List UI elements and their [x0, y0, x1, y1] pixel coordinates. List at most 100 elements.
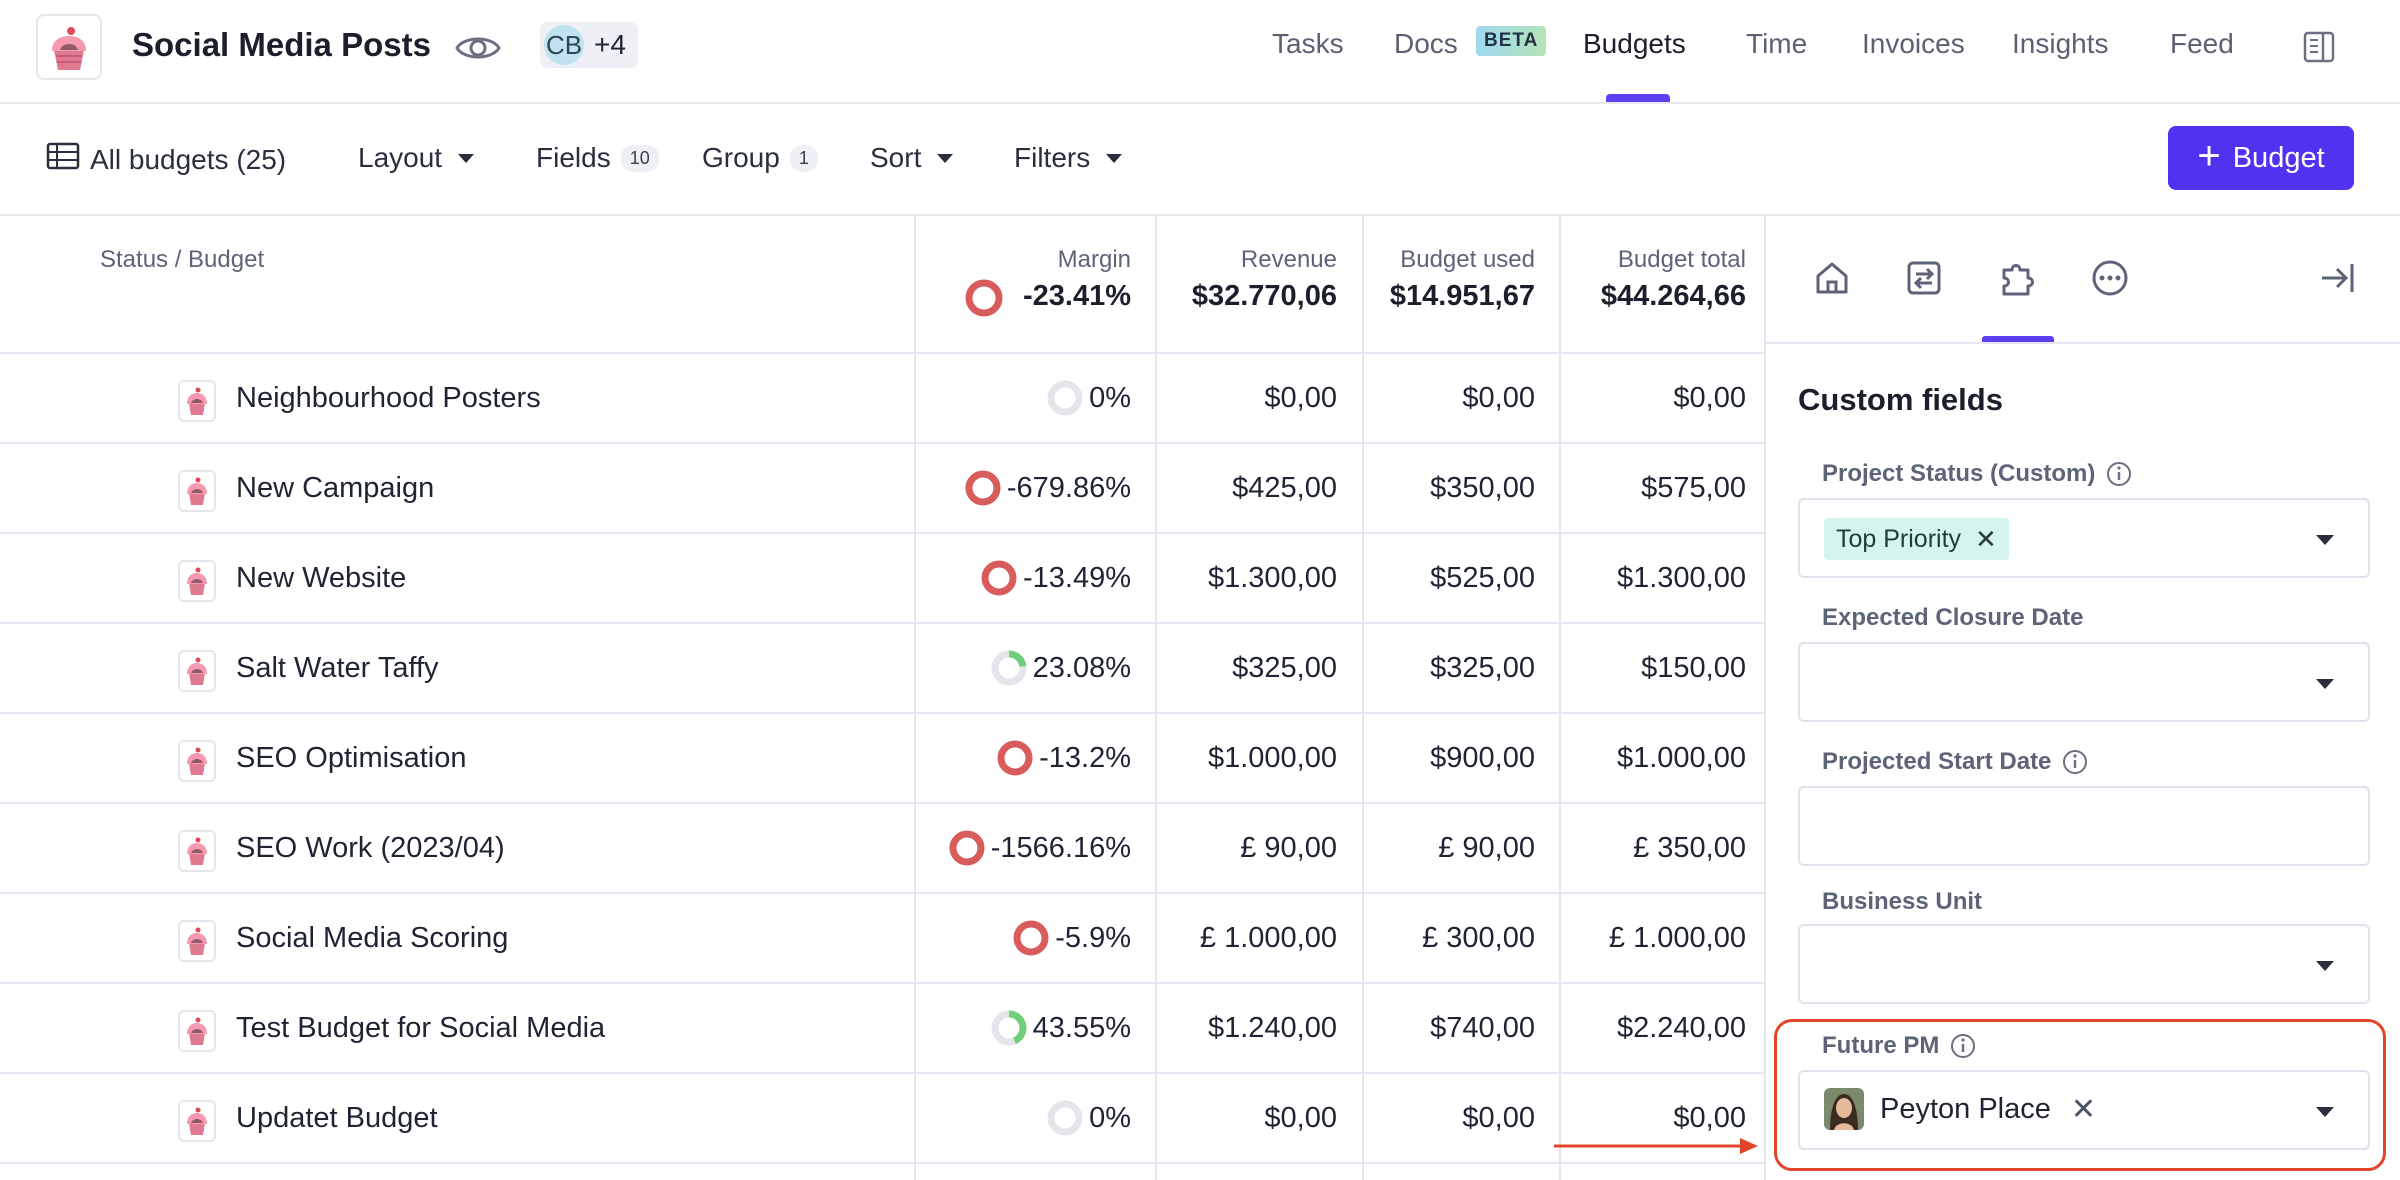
filters-label: Filters	[1014, 142, 1091, 173]
budget-name[interactable]: SEO Work (2023/04)	[236, 832, 505, 865]
field-label-text: Business Unit	[1822, 888, 1983, 915]
table-row[interactable]: Neighbourhood Posters 0% $0,00 $0,00 $0,00	[0, 354, 1764, 444]
remove-tag-icon[interactable]: ✕	[1975, 524, 1997, 555]
layout-dropdown[interactable]: Layout	[358, 142, 475, 174]
active-panel-tab-indicator	[1982, 336, 2054, 342]
margin-ring-icon	[1047, 1100, 1083, 1136]
revenue-value: £ 90,00	[1240, 832, 1337, 864]
budget-used-value: $525,00	[1430, 562, 1535, 594]
revenue-value: $325,00	[1232, 652, 1337, 684]
margin-value: -679.86%	[1006, 472, 1131, 504]
revenue-value: $425,00	[1232, 472, 1337, 504]
puzzle-icon[interactable]	[1996, 256, 2040, 300]
project-logo-icon	[178, 920, 216, 962]
budget-used-value: $0,00	[1462, 382, 1535, 414]
project-logo-icon	[178, 830, 216, 872]
column-header-revenue[interactable]: Revenue	[1241, 246, 1337, 274]
tab-budgets[interactable]: Budgets	[1583, 28, 1686, 60]
budget-total-value: $0,00	[1673, 382, 1746, 414]
expected-closure-select[interactable]	[1798, 642, 2370, 722]
tab-time[interactable]: Time	[1746, 28, 1807, 60]
section-title: Custom fields	[1798, 382, 2003, 417]
home-icon[interactable]	[1810, 256, 1854, 300]
table-row[interactable]: Salt Water Taffy 23.08% $325,00 $325,00 $150…	[0, 624, 1764, 714]
collapse-panel-icon[interactable]	[2316, 256, 2360, 300]
project-members[interactable]: CB +4	[540, 22, 638, 68]
active-tab-indicator	[1606, 94, 1670, 102]
column-header-budget-used[interactable]: Budget used	[1400, 246, 1535, 274]
table-header: Status / Budget Margin -23.41% Revenue $…	[0, 216, 1764, 354]
budget-name[interactable]: New Campaign	[236, 472, 434, 505]
budget-used-value: $0,00	[1462, 1102, 1535, 1134]
beta-badge: BETA	[1476, 26, 1547, 56]
table-row[interactable]: SEO Work (2023/04) -1566.16% £ 90,00 £ 90,0…	[0, 804, 1764, 894]
margin-ring-icon	[949, 830, 985, 866]
panel-tabs	[1766, 216, 2400, 344]
budget-name[interactable]: SEO Optimisation	[236, 742, 466, 775]
table-icon	[46, 142, 80, 177]
budget-name[interactable]: Neighbourhood Posters	[236, 382, 541, 415]
info-icon[interactable]	[2061, 748, 2089, 776]
project-logo-icon[interactable]	[36, 14, 102, 80]
project-logo-icon	[178, 740, 216, 782]
tab-feed[interactable]: Feed	[2170, 28, 2234, 60]
project-logo-icon	[178, 1010, 216, 1052]
column-header-margin[interactable]: Margin	[1058, 246, 1131, 274]
group-count-badge: 1	[789, 144, 818, 172]
column-header-name[interactable]: Status / Budget	[100, 246, 264, 274]
column-header-budget-total[interactable]: Budget total	[1618, 246, 1746, 274]
eye-icon[interactable]	[454, 28, 502, 73]
table-row[interactable]: Social Media Scoring -5.9% £ 1.000,00 £ 300…	[0, 894, 1764, 984]
margin-value: -13.49%	[1022, 562, 1131, 594]
table-row[interactable]: Test Budget for Social Media 43.55% $1.240…	[0, 984, 1764, 1074]
avatar: CB	[544, 25, 584, 65]
margin-value: -13.2%	[1039, 742, 1131, 774]
margin-value: 43.55%	[1032, 1012, 1131, 1044]
field-label-business-unit: Business Unit	[1822, 888, 1982, 916]
tab-docs[interactable]: Docs	[1394, 28, 1458, 60]
tab-tasks[interactable]: Tasks	[1272, 28, 1344, 60]
budget-name[interactable]: Updatet Budget	[236, 1102, 438, 1135]
field-label-text: Project Status (Custom)	[1822, 460, 2096, 487]
table-row[interactable]: Updatet Budget 0% $0,00 $0,00 $0,00	[0, 1074, 1764, 1164]
projected-start-input[interactable]	[1798, 786, 2370, 866]
info-icon[interactable]	[2105, 460, 2133, 488]
budget-total-value: $0,00	[1673, 1102, 1746, 1134]
sort-dropdown[interactable]: Sort	[870, 142, 954, 174]
business-unit-select[interactable]	[1798, 924, 2370, 1004]
project-status-select[interactable]: Top Priority ✕	[1798, 498, 2370, 578]
annotation-highlight-box	[1774, 1019, 2386, 1171]
budget-name[interactable]: New Website	[236, 562, 406, 595]
tab-invoices[interactable]: Invoices	[1862, 28, 1965, 60]
document-panel-icon[interactable]	[2302, 30, 2336, 69]
margin-ring-icon	[981, 560, 1017, 596]
tab-insights[interactable]: Insights	[2012, 28, 2109, 60]
revenue-value: $1.300,00	[1207, 562, 1337, 594]
chevron-down-icon	[2316, 679, 2334, 689]
budget-name[interactable]: Salt Water Taffy	[236, 652, 439, 685]
members-more-count: +4	[594, 29, 626, 60]
view-selector[interactable]: All budgets (25)	[46, 142, 286, 177]
revenue-value: $1.000,00	[1207, 742, 1337, 774]
margin-total-ring-icon	[965, 279, 1003, 317]
margin-ring-icon	[991, 650, 1027, 686]
table-row[interactable]: SEO Optimisation -13.2% $1.000,00 $900,00 $1…	[0, 714, 1764, 804]
more-icon[interactable]	[2088, 256, 2132, 300]
budget-name[interactable]: Social Media Scoring	[236, 922, 508, 955]
budget-name[interactable]: Test Budget for Social Media	[236, 1012, 605, 1045]
budget-used-value: $325,00	[1430, 652, 1535, 684]
transfer-icon[interactable]	[1902, 256, 1946, 300]
table-row[interactable]: New Website -13.49% $1.300,00 $525,00 $1.300…	[0, 534, 1764, 624]
field-label-text: Expected Closure Date	[1822, 604, 2084, 631]
status-tag-label: Top Priority	[1836, 524, 1962, 553]
fields-count-badge: 10	[620, 144, 659, 172]
fields-button[interactable]: Fields 10	[536, 142, 659, 174]
budget-total-value: $1.300,00	[1616, 562, 1746, 594]
add-budget-button[interactable]: + Budget	[2168, 126, 2354, 190]
chevron-down-icon	[2316, 535, 2334, 545]
margin-value: -5.9%	[1055, 922, 1131, 954]
group-button[interactable]: Group 1	[702, 142, 818, 174]
revenue-total: $32.770,06	[1191, 280, 1337, 312]
filters-dropdown[interactable]: Filters	[1014, 142, 1123, 174]
table-row[interactable]: New Campaign -679.86% $425,00 $350,00 $575,0…	[0, 444, 1764, 534]
